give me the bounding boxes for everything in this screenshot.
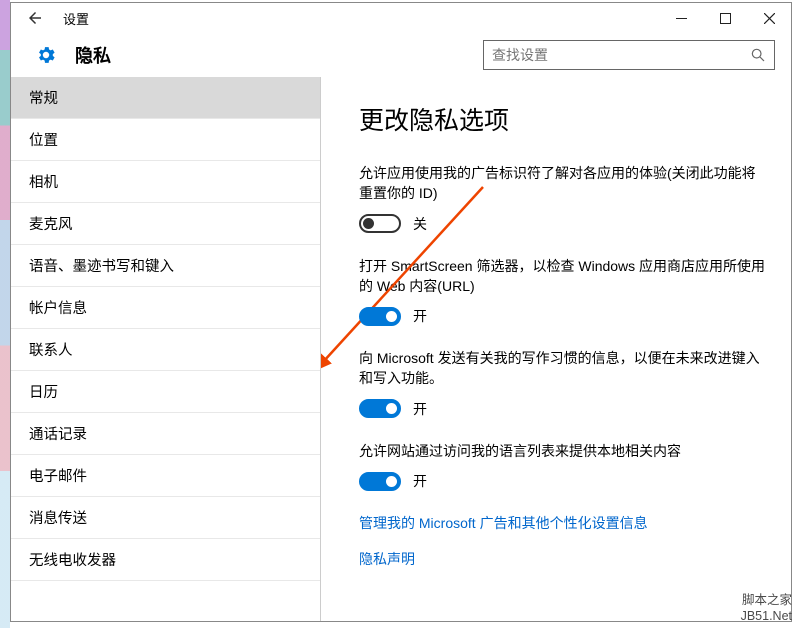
sidebar-item-8[interactable]: 通话记录 (11, 413, 320, 455)
toggle-switch[interactable] (359, 214, 401, 233)
sidebar-item-label: 相机 (29, 171, 58, 192)
option-text: 允许网站通过访问我的语言列表来提供本地相关内容 (359, 441, 767, 461)
sidebar-item-label: 日历 (29, 381, 58, 402)
sidebar-item-label: 帐户信息 (29, 297, 87, 318)
sidebar-item-label: 语音、墨迹书写和键入 (29, 255, 174, 276)
toggle-state-label: 关 (413, 214, 427, 234)
background-strip (0, 0, 10, 628)
minimize-icon (676, 13, 687, 24)
sidebar-item-label: 麦克风 (29, 213, 73, 234)
sidebar-item-1[interactable]: 位置 (11, 119, 320, 161)
toggle-row: 关 (359, 214, 767, 234)
sidebar-item-10[interactable]: 消息传送 (11, 497, 320, 539)
toggle-row: 开 (359, 306, 767, 326)
sidebar-item-label: 常规 (29, 87, 58, 108)
minimize-button[interactable] (659, 3, 703, 33)
option-text: 向 Microsoft 发送有关我的写作习惯的信息，以便在未来改进键入和写入功能… (359, 348, 767, 389)
sidebar-item-label: 电子邮件 (29, 465, 87, 486)
privacy-option-2: 向 Microsoft 发送有关我的写作习惯的信息，以便在未来改进键入和写入功能… (359, 348, 767, 419)
window-title: 设置 (63, 9, 89, 28)
sidebar-item-9[interactable]: 电子邮件 (11, 455, 320, 497)
gear-icon (35, 44, 57, 66)
close-icon (764, 13, 775, 24)
privacy-link-0[interactable]: 管理我的 Microsoft 广告和其他个性化设置信息 (359, 513, 767, 533)
privacy-option-3: 允许网站通过访问我的语言列表来提供本地相关内容开 (359, 441, 767, 491)
sidebar-item-11[interactable]: 无线电收发器 (11, 539, 320, 581)
sidebar-item-label: 通话记录 (29, 423, 87, 444)
toggle-row: 开 (359, 471, 767, 491)
window-controls (659, 3, 791, 33)
search-box[interactable] (483, 40, 775, 70)
toggle-switch[interactable] (359, 472, 401, 491)
toggle-state-label: 开 (413, 306, 427, 326)
toggle-state-label: 开 (413, 399, 427, 419)
toggle-row: 开 (359, 399, 767, 419)
sidebar-item-4[interactable]: 语音、墨迹书写和键入 (11, 245, 320, 287)
search-icon (750, 47, 766, 63)
maximize-icon (720, 13, 731, 24)
watermark-line1: 脚本之家 (741, 592, 792, 608)
header-row: 隐私 (11, 33, 791, 77)
sidebar-item-7[interactable]: 日历 (11, 371, 320, 413)
watermark: 脚本之家 JB51.Net (741, 592, 792, 625)
sidebar-item-label: 位置 (29, 129, 58, 150)
sidebar-item-3[interactable]: 麦克风 (11, 203, 320, 245)
sidebar: 常规位置相机麦克风语音、墨迹书写和键入帐户信息联系人日历通话记录电子邮件消息传送… (11, 77, 321, 621)
toggle-switch[interactable] (359, 307, 401, 326)
content-heading: 更改隐私选项 (359, 101, 767, 137)
privacy-option-0: 允许应用使用我的广告标识符了解对各应用的体验(关闭此功能将重置你的 ID) 关 (359, 163, 767, 234)
watermark-line2: JB51.Net (741, 608, 792, 624)
sidebar-item-0[interactable]: 常规 (11, 77, 320, 119)
privacy-option-1: 打开 SmartScreen 筛选器，以检查 Windows 应用商店应用所使用… (359, 256, 767, 327)
privacy-link-1[interactable]: 隐私声明 (359, 549, 767, 569)
maximize-button[interactable] (703, 3, 747, 33)
arrow-left-icon (26, 9, 44, 27)
sidebar-item-5[interactable]: 帐户信息 (11, 287, 320, 329)
close-button[interactable] (747, 3, 791, 33)
back-button[interactable] (21, 4, 49, 32)
toggle-state-label: 开 (413, 471, 427, 491)
titlebar: 设置 (11, 3, 791, 33)
option-text: 允许应用使用我的广告标识符了解对各应用的体验(关闭此功能将重置你的 ID) (359, 163, 767, 204)
search-input[interactable] (492, 47, 744, 63)
sidebar-item-label: 联系人 (29, 339, 73, 360)
option-text: 打开 SmartScreen 筛选器，以检查 Windows 应用商店应用所使用… (359, 256, 767, 297)
page-title: 隐私 (75, 42, 111, 68)
sidebar-item-label: 无线电收发器 (29, 549, 116, 570)
sidebar-item-2[interactable]: 相机 (11, 161, 320, 203)
content-pane: 更改隐私选项 允许应用使用我的广告标识符了解对各应用的体验(关闭此功能将重置你的… (321, 77, 791, 621)
sidebar-item-6[interactable]: 联系人 (11, 329, 320, 371)
body: 常规位置相机麦克风语音、墨迹书写和键入帐户信息联系人日历通话记录电子邮件消息传送… (11, 77, 791, 621)
sidebar-item-label: 消息传送 (29, 507, 87, 528)
settings-window: 设置 隐私 常规位置相机麦克风语音、墨迹书写和键入帐户信息联系人日历通话记录电子… (10, 2, 792, 622)
toggle-switch[interactable] (359, 399, 401, 418)
